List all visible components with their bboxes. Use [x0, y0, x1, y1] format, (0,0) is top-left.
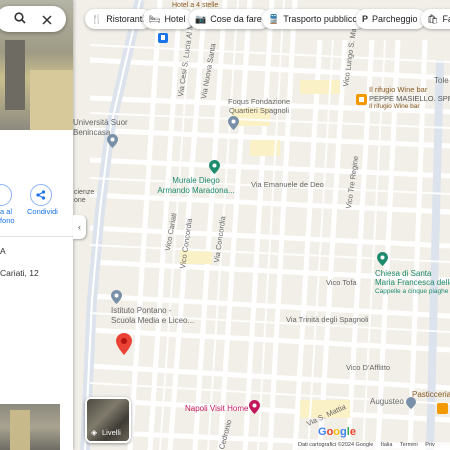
thumbnail-photo[interactable]: [0, 404, 60, 450]
search-icon[interactable]: [14, 11, 26, 29]
camera-icon: 📷: [195, 13, 207, 24]
street-label: Via Emanuele de Deo: [251, 180, 324, 189]
place-augusteo[interactable]: Augusteo: [370, 397, 404, 406]
place-pasticceria[interactable]: Pasticceria: [412, 390, 450, 399]
close-icon[interactable]: [42, 12, 52, 30]
place-napoli-visit-home[interactable]: Napoli Visit Home: [185, 404, 248, 413]
street-label: Via Trinità degli Spagnoli: [286, 315, 369, 324]
selected-location-pin-icon[interactable]: [116, 333, 132, 360]
place-details-panel: a al fono Condividi A Cariati, 12: [0, 0, 73, 450]
street-label: Vico D'Afflitto: [346, 363, 391, 372]
cienze-label: cienze one: [74, 189, 95, 204]
wine-bar-pin-icon[interactable]: [356, 92, 367, 110]
chip-trasporto-pubblico[interactable]: 🚆 Trasporto pubblico: [262, 9, 366, 29]
street-label: Vico Tofa: [326, 278, 357, 287]
visit-home-pin-icon[interactable]: [249, 400, 260, 419]
share-label: Condividi: [27, 207, 58, 216]
chip-parcheggio[interactable]: P Parcheggio: [356, 9, 426, 29]
category-partial: A: [0, 246, 6, 256]
pasticceria-pin-icon[interactable]: [437, 401, 448, 419]
chevron-left-icon: ‹: [78, 222, 81, 232]
train-icon: 🚆: [268, 13, 280, 24]
layers-button[interactable]: ◈ Livelli: [85, 397, 131, 443]
phone-button[interactable]: [0, 184, 12, 206]
chip-hotel[interactable]: 🛏 Hotel: [143, 9, 194, 29]
place-tole: Tole: [434, 76, 449, 85]
place-foqus[interactable]: Foqus Fondazione Quartieri Spagnoli: [228, 97, 290, 115]
layers-icon: ◈: [91, 428, 98, 437]
share-button[interactable]: [30, 184, 52, 206]
augusteo-pin-icon[interactable]: [406, 396, 416, 414]
chip-shopping[interactable]: 🛍Fa: [421, 9, 450, 29]
search-bar[interactable]: [0, 6, 66, 32]
privacy-link[interactable]: Priv: [425, 442, 434, 448]
bag-icon: 🛍: [427, 13, 439, 24]
bed-icon: 🛏: [149, 13, 161, 24]
layers-label: Livelli: [102, 428, 121, 437]
chip-cose-da-fare[interactable]: 📷 Cose da fare: [189, 9, 270, 29]
phone-label: a al fono: [0, 207, 15, 225]
place-rifugio[interactable]: Il rifugio Wine bar PEPPE MASIELLO. SPRI I…: [369, 85, 450, 112]
termini-link[interactable]: Termini: [400, 442, 418, 448]
parking-icon: P: [362, 14, 369, 24]
collapse-panel-button[interactable]: ‹: [73, 215, 86, 239]
share-icon: [36, 190, 46, 200]
address-text: Cariati, 12: [0, 268, 39, 278]
place-murale[interactable]: Murale Diego Armando Maradona...: [146, 176, 246, 196]
fork-knife-icon: 🍴: [91, 13, 103, 24]
italia-link[interactable]: Italia: [381, 442, 393, 448]
place-istituto[interactable]: Istituto Pontano - Scuola Media e Liceo..…: [111, 306, 194, 326]
google-logo: Google: [318, 426, 356, 438]
place-universita[interactable]: Università Suor Benincasa: [73, 118, 128, 138]
landmark-pin-icon[interactable]: [228, 116, 239, 135]
place-chiesa[interactable]: Chiesa di Santa Maria Francesca delle Capp…: [375, 269, 450, 296]
university-pin-icon[interactable]: [107, 134, 118, 153]
transit-stop-icon[interactable]: [158, 30, 168, 48]
attribution-bar: Dati cartografici ©2024 Google Italia Te…: [298, 442, 450, 450]
hotel-label: Hotel a 4 stelle: [172, 2, 219, 9]
